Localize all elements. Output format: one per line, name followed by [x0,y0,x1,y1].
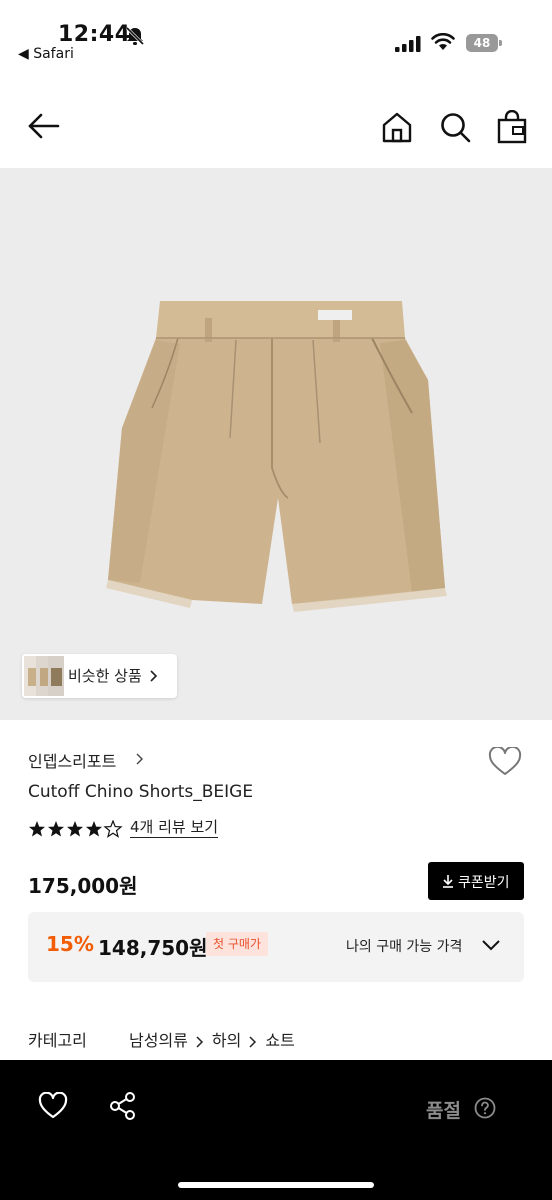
product-title: Cutoff Chino Shorts_BEIGE [28,782,254,802]
similar-products-button[interactable]: 비슷한 상품 [22,654,177,698]
chevron-right-icon [136,753,143,765]
category-label: 카테고리 [28,1031,87,1050]
bottom-action-bar: 품절 [0,1060,552,1200]
product-photo-shorts [106,301,447,612]
battery-icon: 48 [466,34,502,52]
wishlist-heart-icon[interactable] [488,747,522,777]
status-time: 12:44 [58,22,131,47]
brand-link[interactable]: 인뎁스리포트 [28,748,116,772]
coupon-button[interactable]: 쿠폰받기 [428,862,524,900]
search-icon[interactable] [438,110,472,144]
rating-stars [29,820,122,838]
cell-signal-icon [395,36,421,52]
discount-price-panel[interactable]: 15% 148,750원 첫 구매가 나의 구매 가능 가격 [28,912,524,982]
heart-icon[interactable] [38,1092,68,1120]
reviews-link[interactable]: 4개 리뷰 보기 [130,818,219,838]
battery-level: 48 [473,36,491,50]
discount-percent: 15% [46,932,94,956]
home-icon[interactable] [380,110,414,144]
coupon-label: 쿠폰받기 [458,875,510,891]
category-item[interactable]: 남성의류 [129,1031,188,1050]
share-icon[interactable] [109,1091,137,1121]
bell-muted-icon [125,26,145,46]
original-price: 175,000원 [28,874,138,898]
sold-out-label: 품절 [426,1100,461,1122]
download-icon [443,875,453,888]
wifi-icon [431,33,455,50]
back-arrow-icon[interactable] [26,110,62,142]
chevron-right-icon [150,670,158,682]
chevron-right-icon [249,1035,257,1048]
home-indicator [178,1182,374,1188]
similar-products-label: 비슷한 상품 [68,667,142,685]
shopping-bag-icon[interactable] [496,110,528,144]
first-purchase-badge: 첫 구매가 [206,932,268,956]
chevron-down-icon[interactable] [482,940,500,951]
similar-thumbnails [24,656,64,696]
my-price-label: 나의 구매 가능 가격 [346,939,463,955]
category-item[interactable]: 쇼트 [265,1031,294,1050]
status-bar: 12:44 ◀ Safari 48 [0,0,552,72]
product-image[interactable]: 비슷한 상품 [0,168,552,720]
chevron-right-icon [196,1035,203,1048]
top-nav [0,90,552,162]
help-icon[interactable] [474,1097,496,1119]
back-to-safari[interactable]: ◀ Safari [18,46,74,62]
category-item[interactable]: 하의 [212,1031,241,1050]
category-breadcrumb: 남성의류 하의 쇼트 [129,1027,295,1051]
discount-price: 148,750원 [98,936,208,960]
